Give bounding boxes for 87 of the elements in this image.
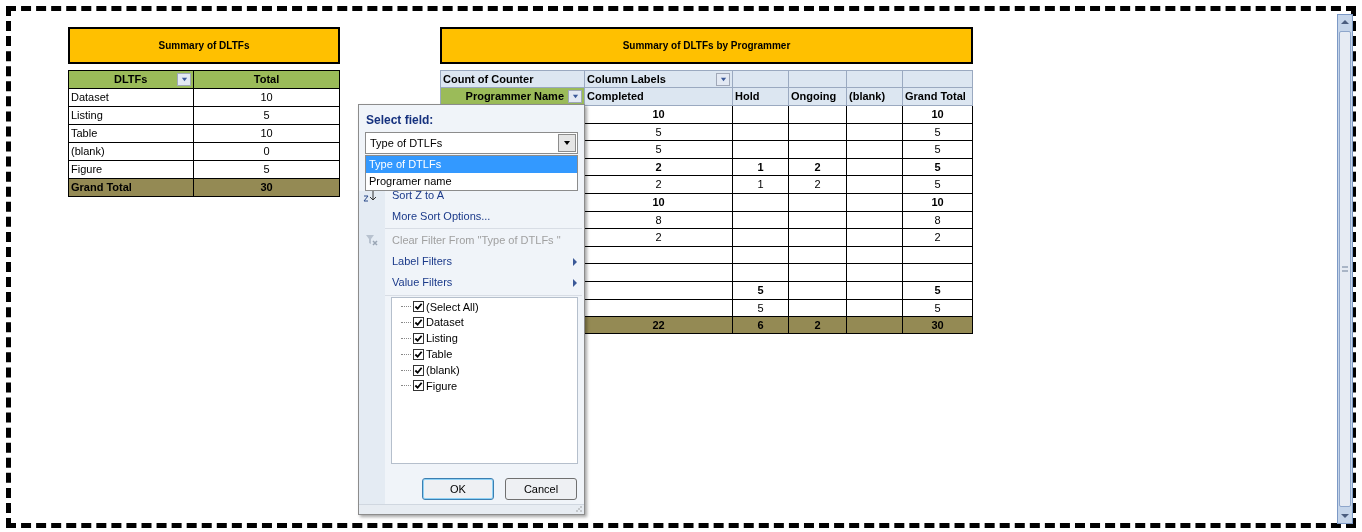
table-cell: Grand Total [69, 179, 194, 196]
menu-item: Clear Filter From "Type of DTLFs " [391, 233, 562, 249]
table-cell-text: 2 [814, 159, 821, 175]
checkbox[interactable] [413, 348, 424, 360]
checkbox[interactable] [413, 301, 424, 313]
column-header: Total [253, 72, 280, 88]
checkbox[interactable] [413, 333, 424, 344]
table-cell-text: 1 [757, 177, 764, 193]
table-cell-text: 0 [262, 144, 271, 160]
table-cell-text: 2 [934, 230, 941, 246]
checkbox-label: Table [426, 347, 453, 363]
column-header: Completed [587, 89, 644, 105]
table-cell-text: 10 [931, 195, 944, 210]
checkbox-label: Listing [426, 331, 458, 347]
ok-button[interactable]: OK [422, 478, 494, 500]
checkbox-label: (blank) [426, 362, 460, 378]
table-cell: Figure [69, 161, 194, 178]
table-cell-text: 1 [757, 159, 764, 175]
table-cell-text: 5 [934, 300, 941, 316]
table-cell-text: 10 [931, 107, 944, 123]
table-cell-text: 5 [262, 162, 271, 178]
caret-icon [719, 75, 727, 83]
menu-item[interactable]: Value Filters [385, 274, 572, 291]
table-cell-text: 10 [259, 126, 274, 142]
table-header: Count of Counter [443, 71, 534, 87]
table-header: Programmer Name [465, 89, 564, 105]
caret-icon [180, 76, 188, 83]
column-header: Ongoing [791, 89, 837, 105]
menu-item[interactable]: More Sort Options... [385, 208, 582, 225]
table-cell-text: 2 [655, 159, 662, 175]
table-cell-text: 10 [652, 195, 665, 210]
table-cell-text: 5 [655, 142, 662, 158]
sort-icon [363, 189, 377, 202]
table-title: Summary of DLTFs [68, 27, 340, 64]
table-header: Column Labels [587, 71, 666, 87]
table-cell-text: 5 [934, 159, 941, 175]
checkbox-label: Dataset [426, 315, 464, 331]
table-cell-text: 5 [934, 177, 941, 193]
menu-item[interactable]: Sort Z to A [385, 187, 582, 204]
table-cell: Listing [69, 107, 194, 124]
cancel-button[interactable]: Cancel [505, 478, 577, 500]
checkbox[interactable] [413, 380, 424, 392]
resize-grip-icon[interactable] [576, 506, 582, 512]
table-cell-text: 2 [655, 177, 662, 193]
table-cell-text: 2 [655, 230, 662, 246]
table-cell-text: 5 [757, 283, 764, 298]
table-cell-text: 10 [259, 90, 274, 106]
table-cell-text: 5 [934, 142, 941, 158]
table-cell-text: 5 [934, 283, 941, 298]
column-header: (blank) [849, 89, 886, 105]
filter-dropdown-button[interactable] [177, 73, 192, 86]
filter-dropdown-button[interactable] [716, 72, 730, 86]
table-cell-text: 5 [934, 124, 941, 140]
field-dropdown[interactable]: Type of DTLFs [365, 132, 578, 154]
table-cell-text: 30 [259, 180, 274, 196]
checkbox[interactable] [413, 364, 424, 376]
column-header: DLTFs [114, 72, 148, 88]
checkbox-label: (Select All) [426, 299, 479, 315]
column-header: Grand Total [905, 89, 966, 105]
table-cell: Dataset [69, 89, 194, 106]
table-cell: (blank) [69, 143, 194, 160]
vertical-scrollbar[interactable] [1337, 14, 1353, 524]
table-cell-text: 8 [655, 212, 662, 228]
menu-item[interactable]: Label Filters [385, 253, 572, 270]
scroll-thumb[interactable] [1339, 31, 1351, 507]
table-cell-text: 5 [655, 124, 662, 140]
table-cell-text: 5 [757, 300, 764, 316]
table-title: Summary of DLTFs by Programmer [440, 27, 973, 64]
select-field-label: Select field: [366, 112, 434, 129]
checkbox[interactable] [413, 317, 424, 329]
filter-dropdown-button[interactable] [568, 90, 582, 103]
table-cell-text: 22 [652, 317, 665, 333]
table-cell-text: 8 [934, 212, 941, 228]
caret-icon [571, 93, 579, 100]
table-cell-text: 10 [652, 107, 665, 123]
checkbox-label: Figure [426, 378, 458, 394]
table-cell-text: 6 [757, 317, 764, 333]
table-cell-text: 2 [814, 317, 821, 333]
dropdown-value: Type of DTLFs [370, 135, 444, 151]
table-cell-text: 30 [931, 317, 944, 333]
list-option[interactable]: Programer name [366, 173, 577, 190]
column-header: Hold [735, 89, 760, 105]
table-cell-text: 5 [262, 108, 271, 124]
funnel-clear-icon [365, 234, 378, 247]
caret-icon[interactable] [558, 134, 576, 152]
table-cell: Table [69, 125, 194, 142]
table-cell-text: 2 [814, 177, 821, 193]
